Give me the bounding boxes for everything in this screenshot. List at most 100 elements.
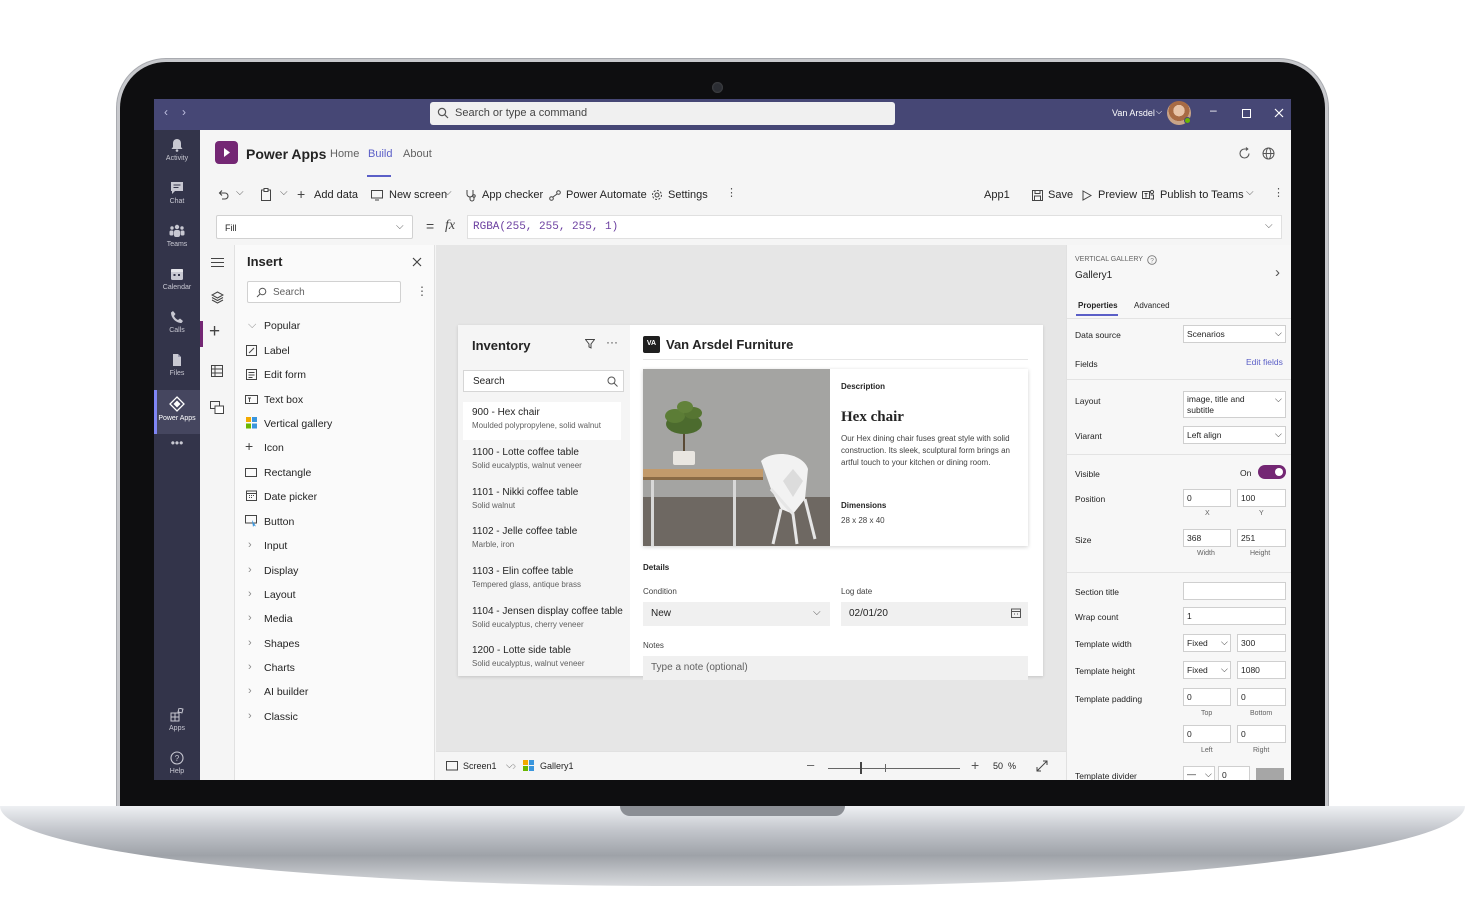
divider-thickness-input[interactable]: 0	[1218, 766, 1250, 780]
info-icon[interactable]: ?	[1147, 255, 1157, 265]
close-window-icon[interactable]	[1274, 108, 1284, 118]
command-search[interactable]: Search or type a command	[430, 102, 895, 125]
media-icon[interactable]	[210, 401, 224, 414]
divider-style-dropdown[interactable]: — ⌵	[1183, 766, 1215, 780]
height-input[interactable]: 251	[1237, 529, 1286, 547]
insert-search-input[interactable]: Search	[247, 281, 401, 303]
paste-icon[interactable]	[260, 188, 272, 201]
padding-left-input[interactable]: 0	[1183, 725, 1231, 743]
toolbar-chevron-icon[interactable]: ⌵	[1246, 187, 1254, 198]
layout-dropdown[interactable]: image, title and subtitle ⌵	[1183, 391, 1286, 418]
notes-input[interactable]: Type a note (optional)	[643, 656, 1028, 680]
inventory-list-item[interactable]: 1200 - Lotte side table Solid eucalyptus,…	[463, 640, 621, 676]
position-y-input[interactable]: 100	[1237, 489, 1286, 507]
rail-item-apps[interactable]: Apps	[154, 702, 200, 746]
padding-top-input[interactable]: 0	[1183, 688, 1231, 706]
template-height-mode-dropdown[interactable]: Fixed ⌵	[1183, 661, 1231, 679]
undo-icon[interactable]	[217, 189, 229, 201]
section-title-input[interactable]	[1183, 582, 1286, 600]
template-width-mode: Fixed	[1187, 638, 1208, 648]
rail-item-help[interactable]: ? Help	[154, 745, 200, 780]
user-menu-chevron-icon[interactable]: ⌵	[1156, 107, 1162, 117]
more-apps-icon[interactable]: •••	[154, 436, 200, 480]
template-height-input[interactable]: 1080	[1237, 661, 1286, 679]
user-name[interactable]: Van Arsdel	[1112, 108, 1155, 118]
insert-pane: Insert Search ⋮ ⌵ Popular Label Edit for…	[235, 245, 435, 780]
variant-dropdown[interactable]: Left align ⌵	[1183, 426, 1286, 444]
inventory-list-item[interactable]: 1102 - Jelle coffee table Marble, iron	[463, 521, 621, 559]
minimize-icon[interactable]: –	[1210, 103, 1217, 117]
rail-item-calendar[interactable]: Calendar	[154, 261, 200, 305]
more-options-icon[interactable]: ···	[606, 335, 618, 349]
tree-view-icon[interactable]	[211, 291, 224, 304]
zoom-slider-track[interactable]	[828, 768, 960, 769]
zoom-out-icon[interactable]: –	[807, 757, 814, 772]
close-icon[interactable]	[412, 257, 422, 267]
inventory-list-item[interactable]: 1104 - Jensen display coffee table Solid …	[463, 601, 629, 639]
filter-icon[interactable]	[585, 339, 595, 349]
rail-item-power-apps[interactable]: Power Apps	[154, 390, 200, 434]
status-bar: Screen1 ⌵ › Gallery1 – + 50 %	[436, 751, 1066, 780]
rail-item-files[interactable]: Files	[154, 347, 200, 391]
data-icon[interactable]	[211, 365, 223, 377]
tab-about[interactable]: About	[403, 148, 432, 160]
insert-more-icon[interactable]: ⋮	[416, 284, 428, 298]
undo-chevron-icon[interactable]: ⌵	[236, 187, 244, 198]
tab-home[interactable]: Home	[330, 148, 359, 160]
zoom-slider-thumb[interactable]	[860, 762, 862, 774]
power-apps-icon	[169, 396, 185, 412]
insert-icon[interactable]: +	[209, 321, 220, 343]
item-subtitle: Solid eucalyptis, walnut veneer	[472, 461, 582, 470]
app-preview[interactable]: Inventory ··· Search 900 - Hex chair Moul…	[458, 325, 1043, 680]
more-commands-icon[interactable]: ⋮	[726, 186, 737, 199]
globe-icon[interactable]	[1262, 147, 1275, 160]
active-tab-indicator	[367, 175, 391, 177]
template-width-label: Template width	[1075, 639, 1132, 649]
visible-toggle[interactable]	[1258, 465, 1286, 479]
log-date-picker[interactable]: 02/01/20	[841, 602, 1028, 626]
condition-dropdown[interactable]: New ⌵	[643, 602, 830, 626]
rail-item-activity[interactable]: Activity	[154, 132, 200, 176]
zoom-in-icon[interactable]: +	[971, 757, 979, 773]
inventory-gallery[interactable]: Inventory ··· Search 900 - Hex chair Moul…	[458, 325, 630, 676]
refresh-icon[interactable]	[1238, 147, 1251, 160]
data-source-label: Data source	[1075, 330, 1121, 340]
data-source-dropdown[interactable]: Scenarios ⌵	[1183, 325, 1286, 343]
maximize-icon[interactable]	[1242, 109, 1251, 118]
menu-icon[interactable]	[211, 257, 224, 268]
property-dropdown[interactable]: Fill ⌵	[216, 215, 413, 239]
formula-expand-icon[interactable]: ⌵	[1265, 220, 1273, 231]
inventory-list-item[interactable]: 1100 - Lotte coffee table Solid eucalypti…	[463, 442, 621, 480]
padding-right-input[interactable]: 0	[1237, 725, 1286, 743]
design-canvas[interactable]: Inventory ··· Search 900 - Hex chair Moul…	[436, 245, 1066, 751]
inventory-list-item[interactable]: 1101 - Nikki coffee table Solid walnut	[463, 482, 621, 520]
edit-fields-link[interactable]: Edit fields	[1246, 357, 1283, 367]
paste-chevron-icon[interactable]: ⌵	[280, 187, 288, 198]
tab-properties[interactable]: Properties	[1078, 301, 1118, 310]
rail-item-calls[interactable]: Calls	[154, 304, 200, 348]
app-header: Power Apps Home Build About	[200, 130, 1291, 180]
tab-build[interactable]: Build	[368, 148, 392, 160]
apps-icon	[170, 708, 184, 722]
position-x-input[interactable]: 0	[1183, 489, 1231, 507]
back-icon[interactable]: ‹	[164, 105, 168, 119]
formula-input[interactable]: RGBA(255, 255, 255, 1) ⌵	[467, 215, 1282, 239]
template-width-mode-dropdown[interactable]: Fixed ⌵	[1183, 634, 1231, 652]
chevron-right-icon[interactable]: ›	[1275, 264, 1280, 281]
rail-item-chat[interactable]: Chat	[154, 175, 200, 219]
inventory-list-item[interactable]: 1103 - Elin coffee table Tempered glass, …	[463, 561, 621, 599]
inventory-list-item[interactable]: 900 - Hex chair Moulded polypropylene, so…	[463, 402, 621, 440]
insert-group-label: Media	[264, 613, 293, 625]
toolbar-more-icon[interactable]: ⋮	[1273, 186, 1284, 199]
tab-advanced[interactable]: Advanced	[1134, 301, 1170, 310]
padding-bottom-input[interactable]: 0	[1237, 688, 1286, 706]
fit-to-window-icon[interactable]	[1036, 760, 1048, 772]
divider-color-swatch[interactable]	[1256, 768, 1284, 780]
rail-item-teams[interactable]: Teams	[154, 218, 200, 262]
wrap-count-input[interactable]: 1	[1183, 607, 1286, 625]
forward-icon[interactable]: ›	[182, 105, 186, 119]
template-width-input[interactable]: 300	[1237, 634, 1286, 652]
chevron-down-icon: ⌵	[396, 221, 404, 232]
width-input[interactable]: 368	[1183, 529, 1231, 547]
inventory-search-input[interactable]: Search	[463, 370, 624, 392]
